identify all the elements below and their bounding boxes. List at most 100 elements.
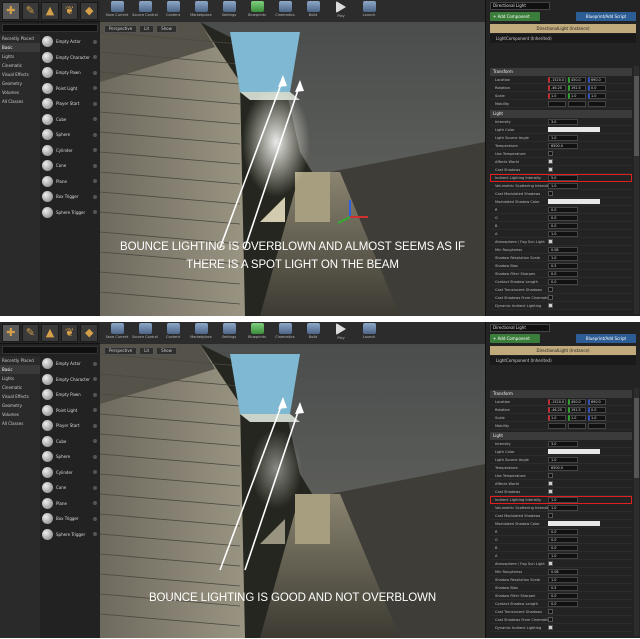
category-item[interactable]: Geometry [0,79,40,88]
vector-z-field[interactable]: 1.0 [588,414,606,421]
viewport-tool-button[interactable]: Show [156,25,177,33]
component-item[interactable]: LightComponent (Inherited) [490,34,636,43]
details-scrollbar[interactable] [634,66,639,314]
placeable-item[interactable]: Cone [40,158,100,174]
number-field[interactable]: 1.0 [548,254,578,261]
placeable-item[interactable]: Cylinder [40,465,100,481]
paint-mode-tab[interactable]: ✎ [21,323,40,342]
number-field[interactable]: 0.5 [548,262,578,269]
viewport-tool-button[interactable]: Show [156,347,177,355]
blueprint-button[interactable]: Blueprint/Add Script [576,334,636,343]
mobility-option[interactable] [568,422,586,429]
number-field[interactable]: 3.0 [548,440,578,447]
vector-x-field[interactable]: -1520.0 [548,398,566,405]
placeable-item[interactable]: Box Trigger [40,511,100,527]
category-item[interactable]: Recently Placed [0,356,40,365]
placeable-item[interactable]: Empty Character [40,50,100,66]
toolbar-button[interactable]: Source Control [132,323,158,343]
component-header[interactable]: DirectionalLight (Instance) [490,346,636,355]
paint-mode-tab[interactable]: ✎ [21,1,40,20]
toolbar-button[interactable]: Cinematics [272,1,298,21]
checkbox[interactable] [548,167,553,172]
vector-y-field[interactable]: 450.0 [568,76,586,83]
actor-name-field[interactable]: Directional Light [490,2,550,10]
number-field[interactable]: 0.5 [548,584,578,591]
toolbar-button[interactable]: Build [300,1,326,21]
placeable-item[interactable]: Empty Character [40,372,100,388]
checkbox[interactable] [548,159,553,164]
checkbox[interactable] [548,561,553,566]
placeable-item[interactable]: Point Light [40,81,100,97]
mobility-option[interactable] [548,422,566,429]
toolbar-button[interactable]: Content [160,323,186,343]
viewport-tool-button[interactable]: Perspective [104,25,138,33]
vector-y-field[interactable]: 192.5 [568,84,586,91]
number-field[interactable]: 0.0 [548,206,578,213]
category-item[interactable]: Basic [0,43,40,52]
number-field[interactable]: 1.0 [548,230,578,237]
toolbar-button[interactable]: Play [328,323,354,343]
number-field[interactable]: 1.0 [548,456,578,463]
vector-y-field[interactable]: 1.0 [568,414,586,421]
toolbar-button[interactable]: Content [160,1,186,21]
section-light[interactable]: Light [490,432,632,440]
checkbox[interactable] [548,295,553,300]
section-light[interactable]: Light [490,110,632,118]
viewport-tool-button[interactable]: Lit [139,25,155,33]
checkbox[interactable] [548,625,553,630]
checkbox[interactable] [548,303,553,308]
category-item[interactable]: Volumes [0,88,40,97]
component-item[interactable]: LightComponent (Inherited) [490,356,636,365]
number-field[interactable]: 0.0 [548,528,578,535]
category-item[interactable]: Basic [0,365,40,374]
vector-x-field[interactable]: -46.25 [548,406,566,413]
number-field[interactable]: 0.08 [548,568,578,575]
checkbox[interactable] [548,513,553,518]
checkbox[interactable] [548,609,553,614]
placeable-item[interactable]: Cube [40,112,100,128]
vector-x-field[interactable]: 1.0 [548,92,566,99]
section-transform[interactable]: Transform [490,390,632,398]
category-item[interactable]: Volumes [0,410,40,419]
vector-x-field[interactable]: -1520.0 [548,76,566,83]
toolbar-button[interactable]: Marketplace [188,1,214,21]
category-item[interactable]: Visual Effects [0,70,40,79]
search-classes-input[interactable] [2,24,98,32]
placeable-item[interactable]: Cone [40,480,100,496]
number-field[interactable]: 0.0 [548,278,578,285]
placeable-item[interactable]: Box Trigger [40,189,100,205]
placeable-item[interactable]: Sphere [40,127,100,143]
mobility-option[interactable] [568,100,586,107]
placeable-item[interactable]: Empty Actor [40,356,100,372]
geometry-mode-tab[interactable]: ◆ [80,323,98,342]
number-field[interactable]: 1.0 [548,576,578,583]
toolbar-button[interactable]: Settings [216,323,242,343]
add-component-button[interactable]: + Add Component [490,334,540,343]
foliage-mode-tab[interactable]: ❦ [60,1,79,20]
number-field[interactable]: 5.0 [548,174,578,181]
number-field[interactable]: 0.0 [548,222,578,229]
color-swatch[interactable] [548,127,600,132]
checkbox[interactable] [548,151,553,156]
number-field[interactable]: 1.0 [548,134,578,141]
geometry-mode-tab[interactable]: ◆ [80,1,98,20]
mobility-option[interactable] [588,100,606,107]
place-mode-tab[interactable]: ✚ [2,323,20,342]
toolbar-button[interactable]: Settings [216,1,242,21]
number-field[interactable]: 1.0 [548,552,578,559]
color-swatch[interactable] [548,521,600,526]
checkbox[interactable] [548,617,553,622]
blueprint-button[interactable]: Blueprint/Add Script [576,12,636,21]
foliage-mode-tab[interactable]: ❦ [60,323,79,342]
placeable-item[interactable]: Empty Pawn [40,65,100,81]
color-swatch[interactable] [548,449,600,454]
vector-x-field[interactable]: -46.25 [548,84,566,91]
vector-y-field[interactable]: 192.5 [568,406,586,413]
landscape-mode-tab[interactable]: ▲ [41,1,59,20]
checkbox[interactable] [548,287,553,292]
number-field[interactable]: 0.0 [548,592,578,599]
placeable-item[interactable]: Sphere Trigger [40,205,100,221]
viewport-tool-button[interactable]: Lit [139,347,155,355]
placeable-item[interactable]: Cube [40,434,100,450]
category-item[interactable]: All Classes [0,97,40,106]
